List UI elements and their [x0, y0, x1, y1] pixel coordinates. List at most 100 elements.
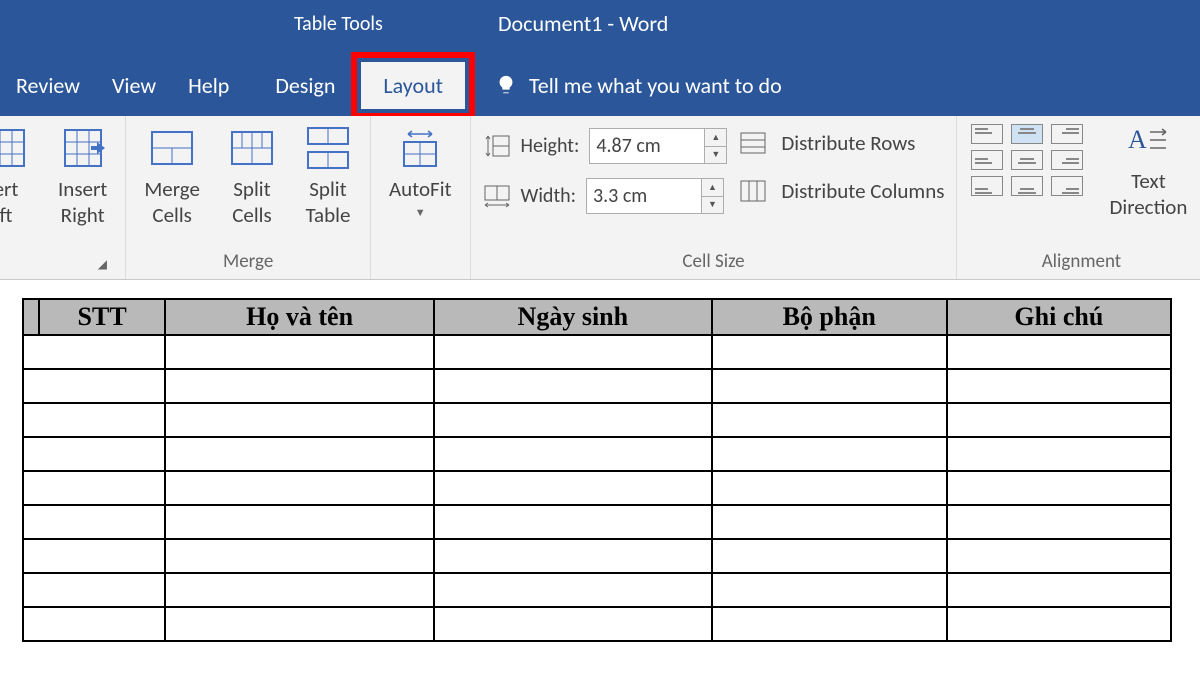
split-table-button[interactable]: SplitTable [298, 122, 358, 230]
text-direction-label: TextDirection [1109, 168, 1187, 220]
rows-columns-dialog-launcher[interactable]: ◢ [95, 257, 109, 271]
table-cell[interactable] [712, 573, 947, 607]
col-hovaten[interactable]: Họ và tên [165, 299, 434, 335]
table-cell[interactable] [947, 505, 1171, 539]
table-row[interactable] [23, 505, 1171, 539]
table-cell[interactable] [712, 607, 947, 641]
table-cell[interactable] [165, 369, 434, 403]
layout-tab-highlight: Layout [351, 52, 475, 119]
table-cell[interactable] [434, 539, 712, 573]
table-row[interactable] [23, 335, 1171, 369]
table-cell[interactable] [165, 335, 434, 369]
table-cell[interactable] [23, 607, 165, 641]
table-cell[interactable] [23, 505, 165, 539]
table-cell[interactable] [23, 403, 165, 437]
table-cell[interactable] [165, 403, 434, 437]
table-cell[interactable] [23, 573, 165, 607]
align-bottom-right[interactable] [1051, 176, 1083, 196]
table-cell[interactable] [434, 437, 712, 471]
table-cell[interactable] [712, 403, 947, 437]
table-cell[interactable] [947, 403, 1171, 437]
autofit-label: AutoFit [389, 176, 452, 202]
table-cell[interactable] [165, 437, 434, 471]
align-middle-right[interactable] [1051, 150, 1083, 170]
align-bottom-center[interactable] [1011, 176, 1043, 196]
table-cell[interactable] [712, 369, 947, 403]
cellsize-group-label: Cell Size [483, 248, 945, 275]
table-cell[interactable] [712, 471, 947, 505]
contextual-tab-title: Table Tools [294, 12, 383, 36]
table-cell[interactable] [23, 471, 165, 505]
table-row[interactable] [23, 437, 1171, 471]
table-cell[interactable] [23, 437, 165, 471]
table-cell[interactable] [165, 539, 434, 573]
tell-me-search[interactable]: Tell me what you want to do [495, 72, 782, 99]
height-icon [483, 134, 511, 158]
align-middle-center[interactable] [1011, 150, 1043, 170]
table-cell[interactable] [23, 335, 165, 369]
align-bottom-left[interactable] [971, 176, 1003, 196]
tab-review[interactable]: Review [0, 64, 96, 107]
table-cell[interactable] [712, 437, 947, 471]
table-cell[interactable] [434, 403, 712, 437]
insert-right-button[interactable]: InsertRight [52, 122, 113, 230]
table-cell[interactable] [434, 335, 712, 369]
table-row[interactable] [23, 607, 1171, 641]
table-cell[interactable] [23, 369, 165, 403]
table-cell[interactable] [947, 437, 1171, 471]
align-top-left[interactable] [971, 124, 1003, 144]
text-direction-button[interactable]: A TextDirection [1103, 122, 1193, 222]
height-input[interactable]: 4.87 cm [589, 128, 705, 164]
table-cell[interactable] [434, 505, 712, 539]
table-cell[interactable] [947, 369, 1171, 403]
table-cell[interactable] [947, 573, 1171, 607]
document-area[interactable]: STT Họ và tên Ngày sinh Bộ phận Ghi chú [0, 280, 1200, 660]
col-stt[interactable]: STT [39, 299, 165, 335]
table-row[interactable] [23, 369, 1171, 403]
table-cell[interactable] [165, 573, 434, 607]
insert-left-button[interactable]: ertft [0, 122, 36, 230]
split-cells-button[interactable]: SplitCells [222, 122, 282, 230]
height-spinner[interactable]: ▲▼ [705, 128, 727, 164]
table-cell[interactable] [165, 471, 434, 505]
table-cell[interactable] [165, 607, 434, 641]
col-bophan[interactable]: Bộ phận [712, 299, 947, 335]
width-input[interactable]: 3.3 cm [586, 178, 702, 214]
tab-view[interactable]: View [96, 64, 172, 107]
table-cell[interactable] [712, 335, 947, 369]
table-cell[interactable] [712, 539, 947, 573]
table-cell[interactable] [434, 573, 712, 607]
table-cell[interactable] [947, 335, 1171, 369]
table-body[interactable] [23, 335, 1171, 641]
tab-layout[interactable]: Layout [361, 62, 465, 109]
table-header-row[interactable]: STT Họ và tên Ngày sinh Bộ phận Ghi chú [23, 299, 1171, 335]
merge-cells-button[interactable]: MergeCells [138, 122, 206, 230]
width-spinner[interactable]: ▲▼ [702, 178, 724, 214]
row-selector-header[interactable] [23, 299, 39, 335]
tab-design[interactable]: Design [259, 64, 351, 107]
align-top-right[interactable] [1051, 124, 1083, 144]
table-cell[interactable] [434, 471, 712, 505]
table-cell[interactable] [947, 607, 1171, 641]
table-row[interactable] [23, 573, 1171, 607]
merge-cells-icon [148, 124, 196, 172]
col-ngaysinh[interactable]: Ngày sinh [434, 299, 712, 335]
table-cell[interactable] [947, 471, 1171, 505]
table-cell[interactable] [434, 369, 712, 403]
tab-help[interactable]: Help [172, 64, 245, 107]
align-middle-left[interactable] [971, 150, 1003, 170]
document-table[interactable]: STT Họ và tên Ngày sinh Bộ phận Ghi chú [22, 298, 1172, 642]
align-top-center[interactable] [1011, 124, 1043, 144]
table-row[interactable] [23, 539, 1171, 573]
table-cell[interactable] [712, 505, 947, 539]
autofit-button[interactable]: AutoFit ▼ [383, 122, 458, 221]
distribute-columns-button[interactable]: Distribute Columns [739, 178, 944, 204]
table-cell[interactable] [165, 505, 434, 539]
table-cell[interactable] [947, 539, 1171, 573]
table-row[interactable] [23, 471, 1171, 505]
table-cell[interactable] [23, 539, 165, 573]
col-ghichu[interactable]: Ghi chú [947, 299, 1171, 335]
table-row[interactable] [23, 403, 1171, 437]
distribute-rows-button[interactable]: Distribute Rows [739, 130, 944, 156]
table-cell[interactable] [434, 607, 712, 641]
